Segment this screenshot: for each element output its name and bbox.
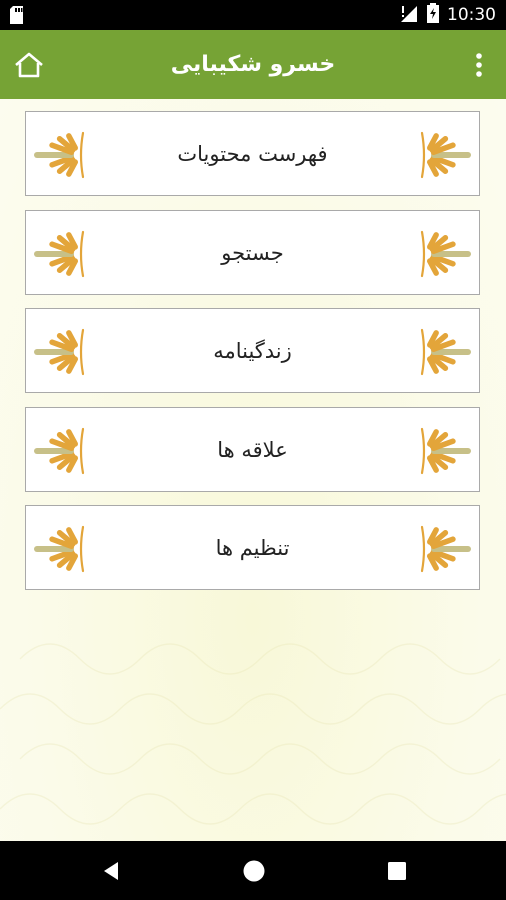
menu-item-favorites[interactable]: علاقه ها [25, 407, 480, 492]
ornament-icon [412, 229, 472, 279]
menu-item-contents[interactable]: فهرست محتویات [25, 111, 480, 196]
sd-card-icon [10, 6, 26, 28]
battery-icon [427, 3, 439, 27]
app-toolbar: خسرو شکیبایی [0, 30, 506, 99]
recents-square-icon[interactable] [385, 859, 409, 883]
more-vert-icon[interactable] [470, 50, 488, 80]
signal-icon [399, 4, 419, 26]
ornament-icon [412, 327, 472, 377]
ornament-icon [412, 524, 472, 574]
page-title: خسرو شکیبایی [170, 52, 336, 77]
status-bar: 10:30 [0, 0, 506, 30]
menu-item-search[interactable]: جستجو [25, 210, 480, 295]
ornament-icon [412, 130, 472, 180]
ornament-icon [412, 426, 472, 476]
home-circle-icon[interactable] [242, 859, 266, 883]
status-time: 10:30 [447, 5, 496, 25]
menu-item-biography[interactable]: زندگینامه [25, 308, 480, 393]
navigation-bar [0, 841, 506, 900]
menu-item-settings[interactable]: تنظیم ها [25, 505, 480, 590]
back-triangle-icon[interactable] [99, 859, 123, 883]
